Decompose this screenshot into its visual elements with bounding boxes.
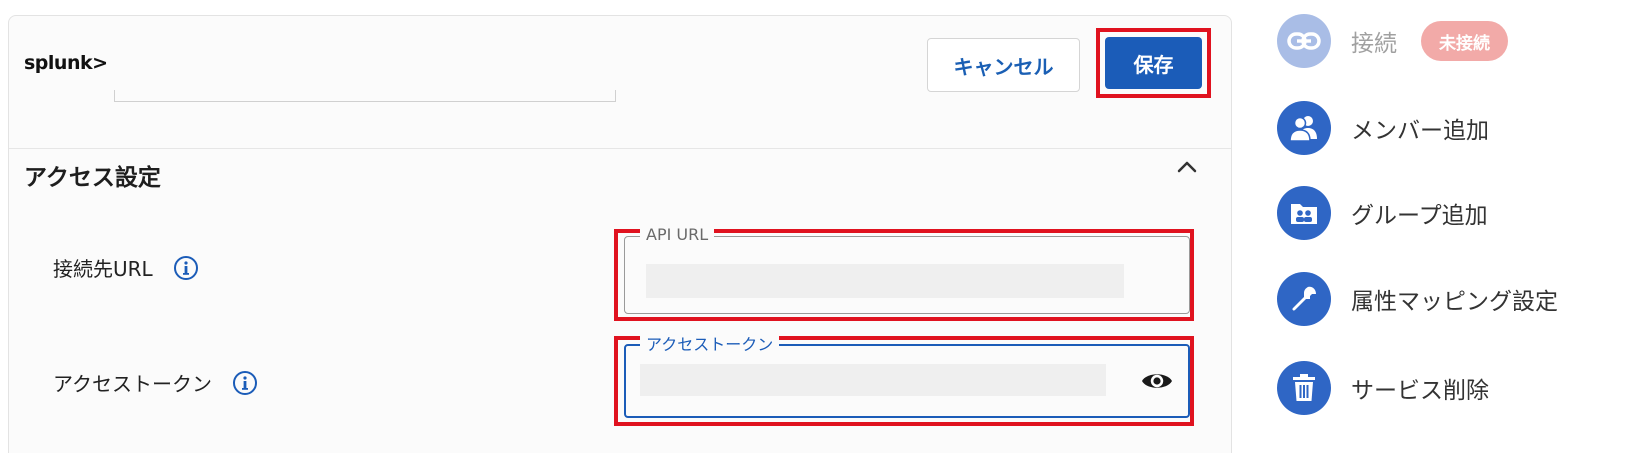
api-url-label-row: 接続先URL: [53, 253, 199, 282]
info-icon[interactable]: [173, 255, 199, 281]
sidebar-item-connect[interactable]: 接続 未接続: [1277, 14, 1508, 68]
api-url-input[interactable]: [646, 264, 1124, 298]
logo-field-edge: [114, 90, 616, 102]
access-token-input[interactable]: [640, 364, 1106, 396]
sidebar-item-add-member[interactable]: メンバー追加: [1277, 101, 1489, 155]
splunk-logo: splunk>: [24, 52, 108, 74]
sidebar-item-attribute-mapping[interactable]: 属性マッピング設定: [1277, 272, 1558, 326]
access-token-label-row: アクセストークン: [53, 368, 258, 397]
users-icon: [1277, 101, 1331, 155]
eye-icon[interactable]: [1140, 368, 1174, 394]
sidebar-item-label: メンバー追加: [1351, 118, 1489, 144]
link-icon: [1277, 14, 1331, 68]
chevron-up-icon[interactable]: [1176, 158, 1198, 176]
access-settings-title: アクセス設定: [24, 165, 161, 191]
api-url-legend: API URL: [640, 226, 715, 244]
cancel-button[interactable]: キャンセル: [927, 38, 1080, 92]
header-divider: [9, 148, 1231, 149]
save-button[interactable]: 保存: [1105, 37, 1202, 89]
sidebar-item-label: 接続: [1351, 31, 1397, 57]
wrench-icon: [1277, 272, 1331, 326]
sidebar-item-add-group[interactable]: グループ追加: [1277, 186, 1488, 240]
status-badge: 未接続: [1421, 21, 1508, 61]
access-token-legend: アクセストークン: [640, 336, 780, 354]
api-url-label: 接続先URL: [53, 257, 153, 281]
sidebar-item-label: サービス削除: [1351, 378, 1489, 404]
sidebar-item-label: 属性マッピング設定: [1351, 289, 1558, 315]
trash-icon: [1277, 361, 1331, 415]
access-token-label: アクセストークン: [53, 372, 212, 396]
group-folder-icon: [1277, 186, 1331, 240]
sidebar-item-delete-service[interactable]: サービス削除: [1277, 361, 1489, 415]
sidebar-item-label: グループ追加: [1351, 203, 1488, 229]
info-icon[interactable]: [232, 370, 258, 396]
page-root: splunk> キャンセル 保存 アクセス設定 接続先URL API URL ア…: [0, 0, 1631, 453]
